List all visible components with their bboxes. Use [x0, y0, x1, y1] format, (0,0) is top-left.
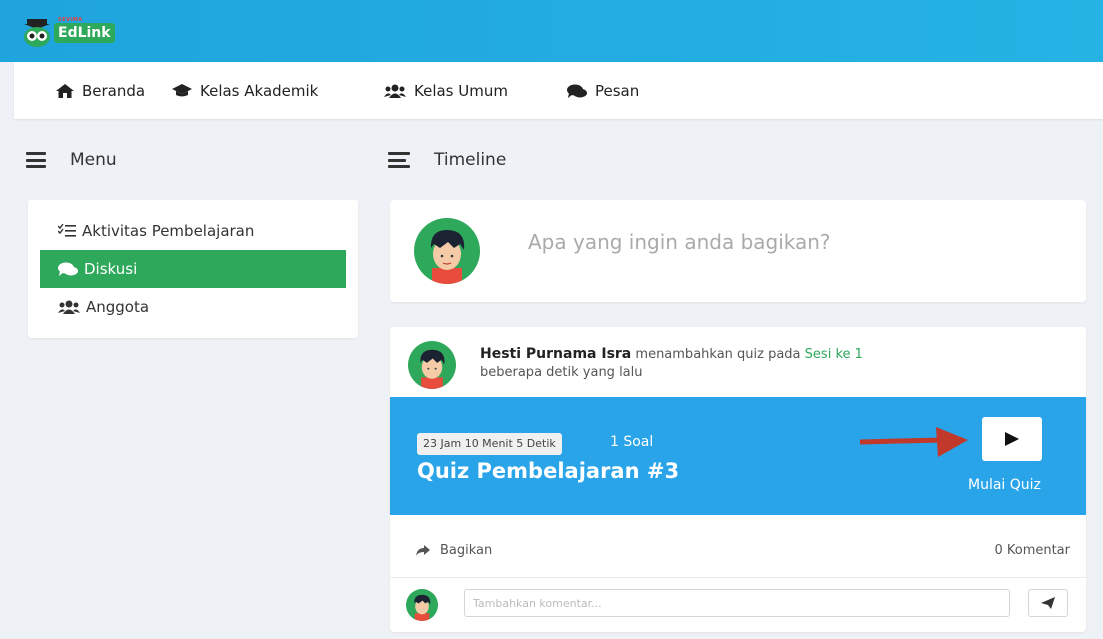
top-bar: SEVIMA EdLink	[0, 0, 1103, 62]
graduation-cap-icon	[172, 84, 192, 97]
logo-subtext: SEVIMA	[58, 17, 83, 23]
play-icon	[1005, 432, 1019, 446]
avatar	[406, 589, 438, 621]
owl-icon	[24, 19, 50, 47]
nav-item-pesan[interactable]: Pesan	[567, 82, 639, 100]
nav-item-kelas-akademik[interactable]: Kelas Akademik	[172, 82, 318, 100]
home-icon	[56, 84, 74, 98]
sidebar-item-aktivitas[interactable]: Aktivitas Pembelajaran	[40, 212, 346, 250]
start-quiz-button[interactable]	[982, 417, 1042, 461]
user-avatar-icon	[430, 230, 465, 284]
timeline-header: Timeline	[388, 150, 506, 170]
logo-wordmark: SEVIMA EdLink	[54, 17, 115, 43]
post-actions: Bagikan 0 Komentar	[390, 537, 1086, 567]
post-session-link[interactable]: Sesi ke 1	[805, 347, 863, 362]
post-time: beberapa detik yang lalu	[480, 365, 643, 380]
sidebar-item-label: Aktivitas Pembelajaran	[82, 222, 255, 240]
send-comment-button[interactable]	[1028, 589, 1068, 617]
timeline-title: Timeline	[434, 150, 507, 170]
tasks-icon	[58, 224, 76, 237]
nav-item-kelas-umum[interactable]: Kelas Umum	[384, 82, 508, 100]
post-header: Hesti Purnama Isra menambahkan quiz pada…	[480, 345, 863, 382]
nav-item-label: Beranda	[82, 82, 146, 100]
start-quiz-label[interactable]: Mulai Quiz	[968, 477, 1041, 493]
edlink-logo[interactable]: SEVIMA EdLink	[22, 17, 122, 48]
paper-plane-icon	[1041, 597, 1055, 609]
comment-count[interactable]: 0 Komentar	[994, 543, 1070, 558]
logo-text: EdLink	[58, 25, 111, 41]
users-icon	[58, 300, 80, 314]
quiz-banner: 23 Jam 10 Menit 5 Detik 1 Soal Quiz Pemb…	[390, 397, 1086, 515]
timeline-post: Hesti Purnama Isra menambahkan quiz pada…	[390, 327, 1086, 632]
nav-item-label: Kelas Umum	[414, 82, 508, 100]
sidebar-item-label: Anggota	[86, 298, 150, 316]
user-avatar-icon	[420, 349, 445, 389]
user-avatar-icon	[414, 594, 431, 621]
quiz-question-count: 1 Soal	[610, 434, 654, 450]
post-placeholder: Apa yang ingin anda bagikan?	[528, 230, 831, 254]
hamburger-icon[interactable]	[26, 152, 46, 168]
sidebar-menu: Aktivitas Pembelajaran Diskusi Anggota	[28, 200, 358, 338]
quiz-title: Quiz Pembelajaran #3	[417, 459, 680, 483]
share-icon	[416, 544, 430, 556]
comments-icon	[58, 262, 78, 276]
divider	[390, 577, 1086, 578]
share-button[interactable]: Bagikan	[416, 543, 492, 558]
main-nav: Beranda Kelas Akademik Kelas Umum Pesan	[14, 62, 1103, 119]
menu-header: Menu	[26, 150, 117, 170]
quiz-timer-badge: 23 Jam 10 Menit 5 Detik	[417, 433, 562, 455]
users-icon	[384, 84, 406, 98]
nav-item-label: Kelas Akademik	[200, 82, 319, 100]
post-author[interactable]: Hesti Purnama Isra	[480, 346, 631, 362]
sidebar-item-anggota[interactable]: Anggota	[40, 288, 346, 326]
red-arrow-icon	[860, 427, 968, 457]
avatar[interactable]	[408, 341, 456, 389]
sidebar-item-label: Diskusi	[84, 260, 138, 278]
comments-icon	[567, 84, 587, 98]
menu-title: Menu	[70, 150, 117, 170]
nav-item-label: Pesan	[595, 82, 640, 100]
align-left-icon	[388, 152, 410, 168]
avatar	[414, 218, 480, 284]
nav-item-beranda[interactable]: Beranda	[56, 82, 145, 100]
share-label: Bagikan	[440, 543, 493, 558]
post-composer[interactable]: Apa yang ingin anda bagikan?	[390, 200, 1086, 302]
post-action: menambahkan quiz pada	[635, 347, 801, 362]
comment-input[interactable]	[464, 589, 1010, 617]
sidebar-item-diskusi[interactable]: Diskusi	[40, 250, 346, 288]
